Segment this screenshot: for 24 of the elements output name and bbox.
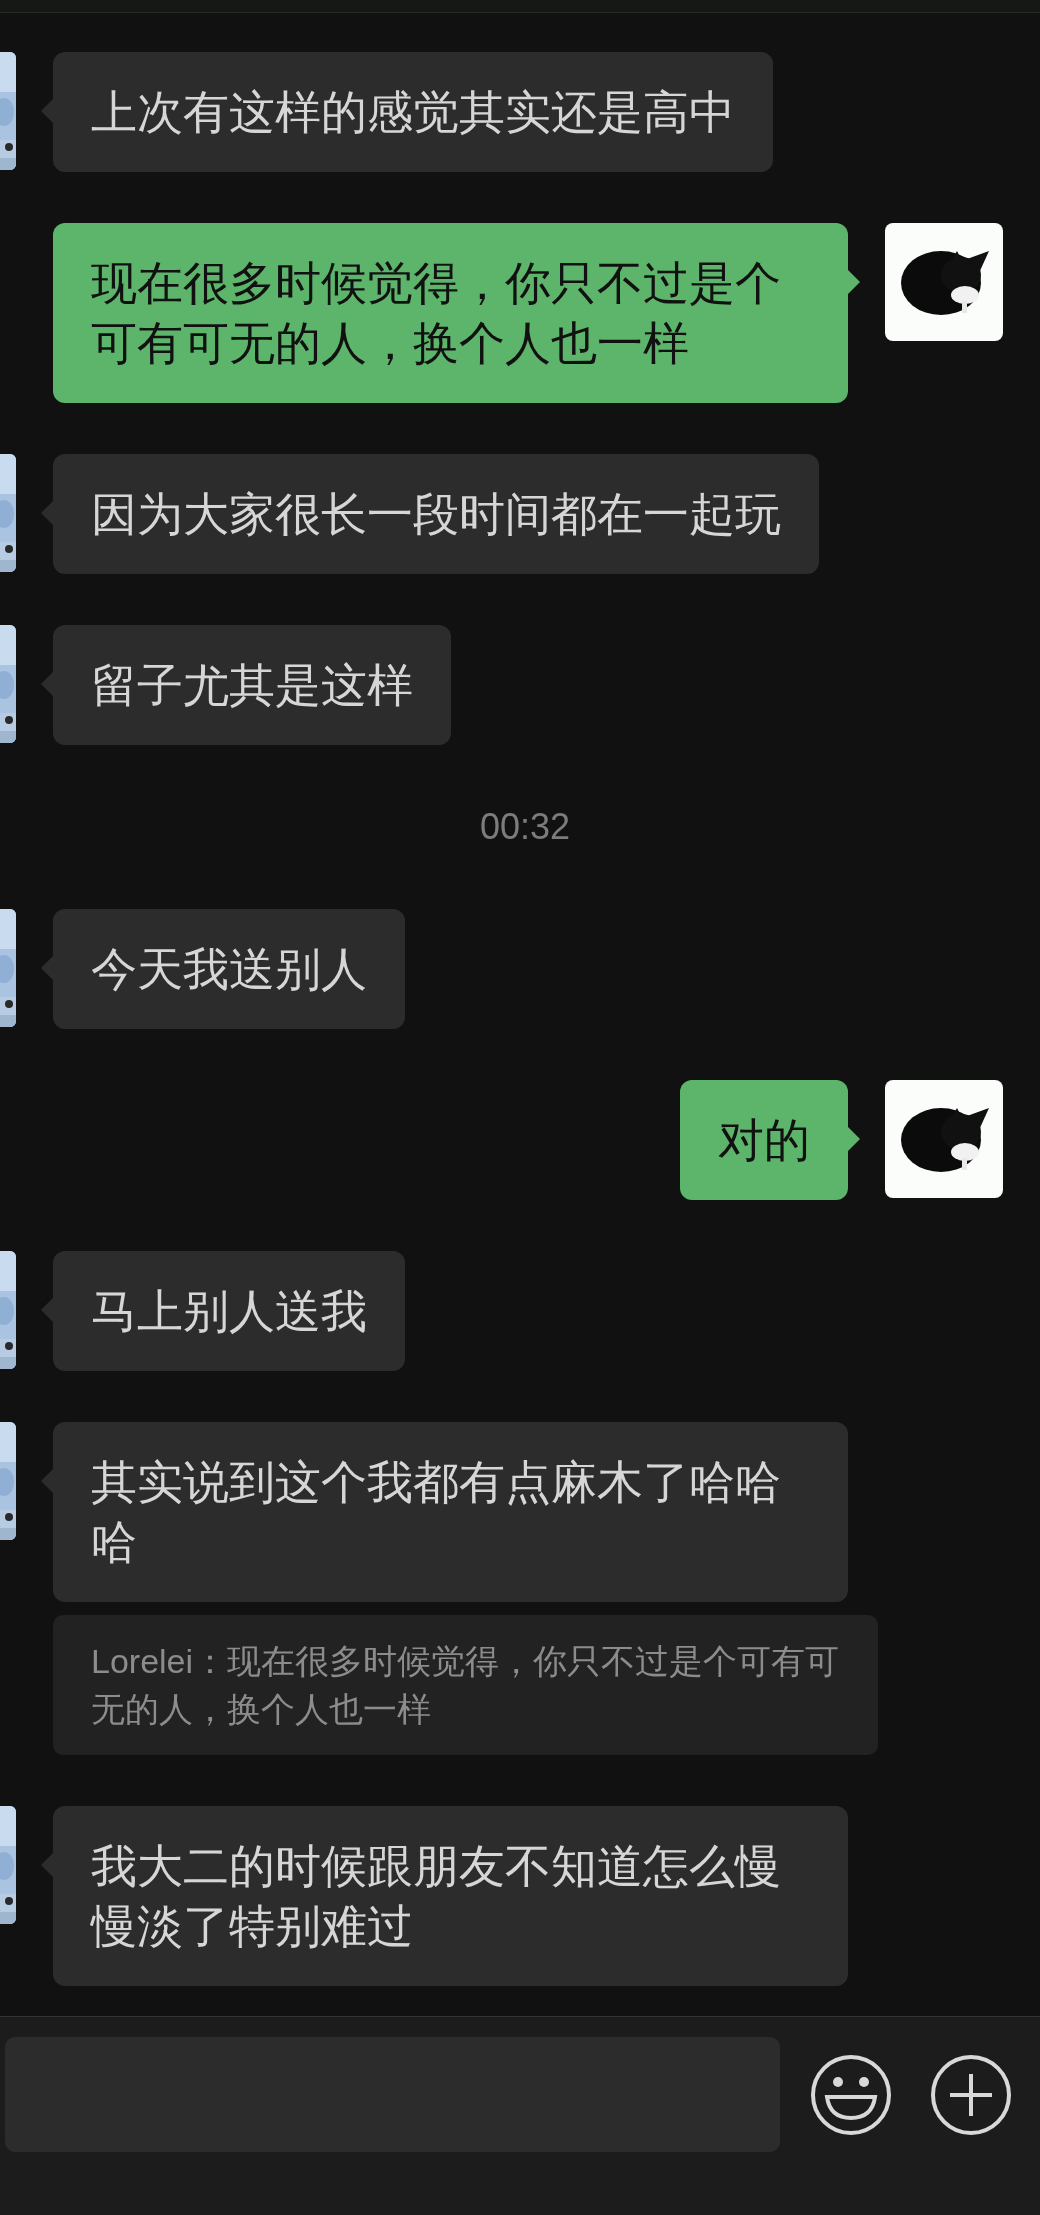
quoted-message: Lorelei：现在很多时候觉得，你只不过是个可有可无的人，换个人也一样 <box>53 1615 878 1755</box>
message-bubble: 留子尤其是这样 <box>53 625 451 745</box>
bubble-tail <box>39 501 53 525</box>
timestamp: 00:32 <box>479 805 571 849</box>
message-bubble: 现在很多时候觉得，你只不过是个可有可无的人，换个人也一样 <box>53 223 848 403</box>
bubble-tail <box>39 672 53 696</box>
message-bubble: 我大二的时候跟朋友不知道怎么慢慢淡了特别难过 <box>53 1806 848 1986</box>
message-bubble: 对的 <box>680 1080 848 1200</box>
add-button[interactable] <box>930 2054 1012 2136</box>
bubble-tail <box>39 99 53 123</box>
bubble-tail <box>39 1853 53 1877</box>
bubble-tail <box>39 1469 53 1493</box>
plus-icon <box>930 2054 1012 2136</box>
bubble-tail <box>848 270 862 294</box>
bubble-tail <box>39 956 53 980</box>
bubble-tail <box>848 1127 862 1151</box>
message-bubble: 马上别人送我 <box>53 1251 405 1371</box>
message-bubble: 因为大家很长一段时间都在一起玩 <box>53 454 819 574</box>
bubble-tail <box>39 1298 53 1322</box>
message-bubble: 上次有这样的感觉其实还是高中 <box>53 52 773 172</box>
emoji-button[interactable] <box>810 2054 892 2136</box>
message-bubble: 今天我送别人 <box>53 909 405 1029</box>
smiley-icon <box>810 2054 892 2136</box>
message-bubble: 其实说到这个我都有点麻木了哈哈哈 <box>53 1422 848 1602</box>
